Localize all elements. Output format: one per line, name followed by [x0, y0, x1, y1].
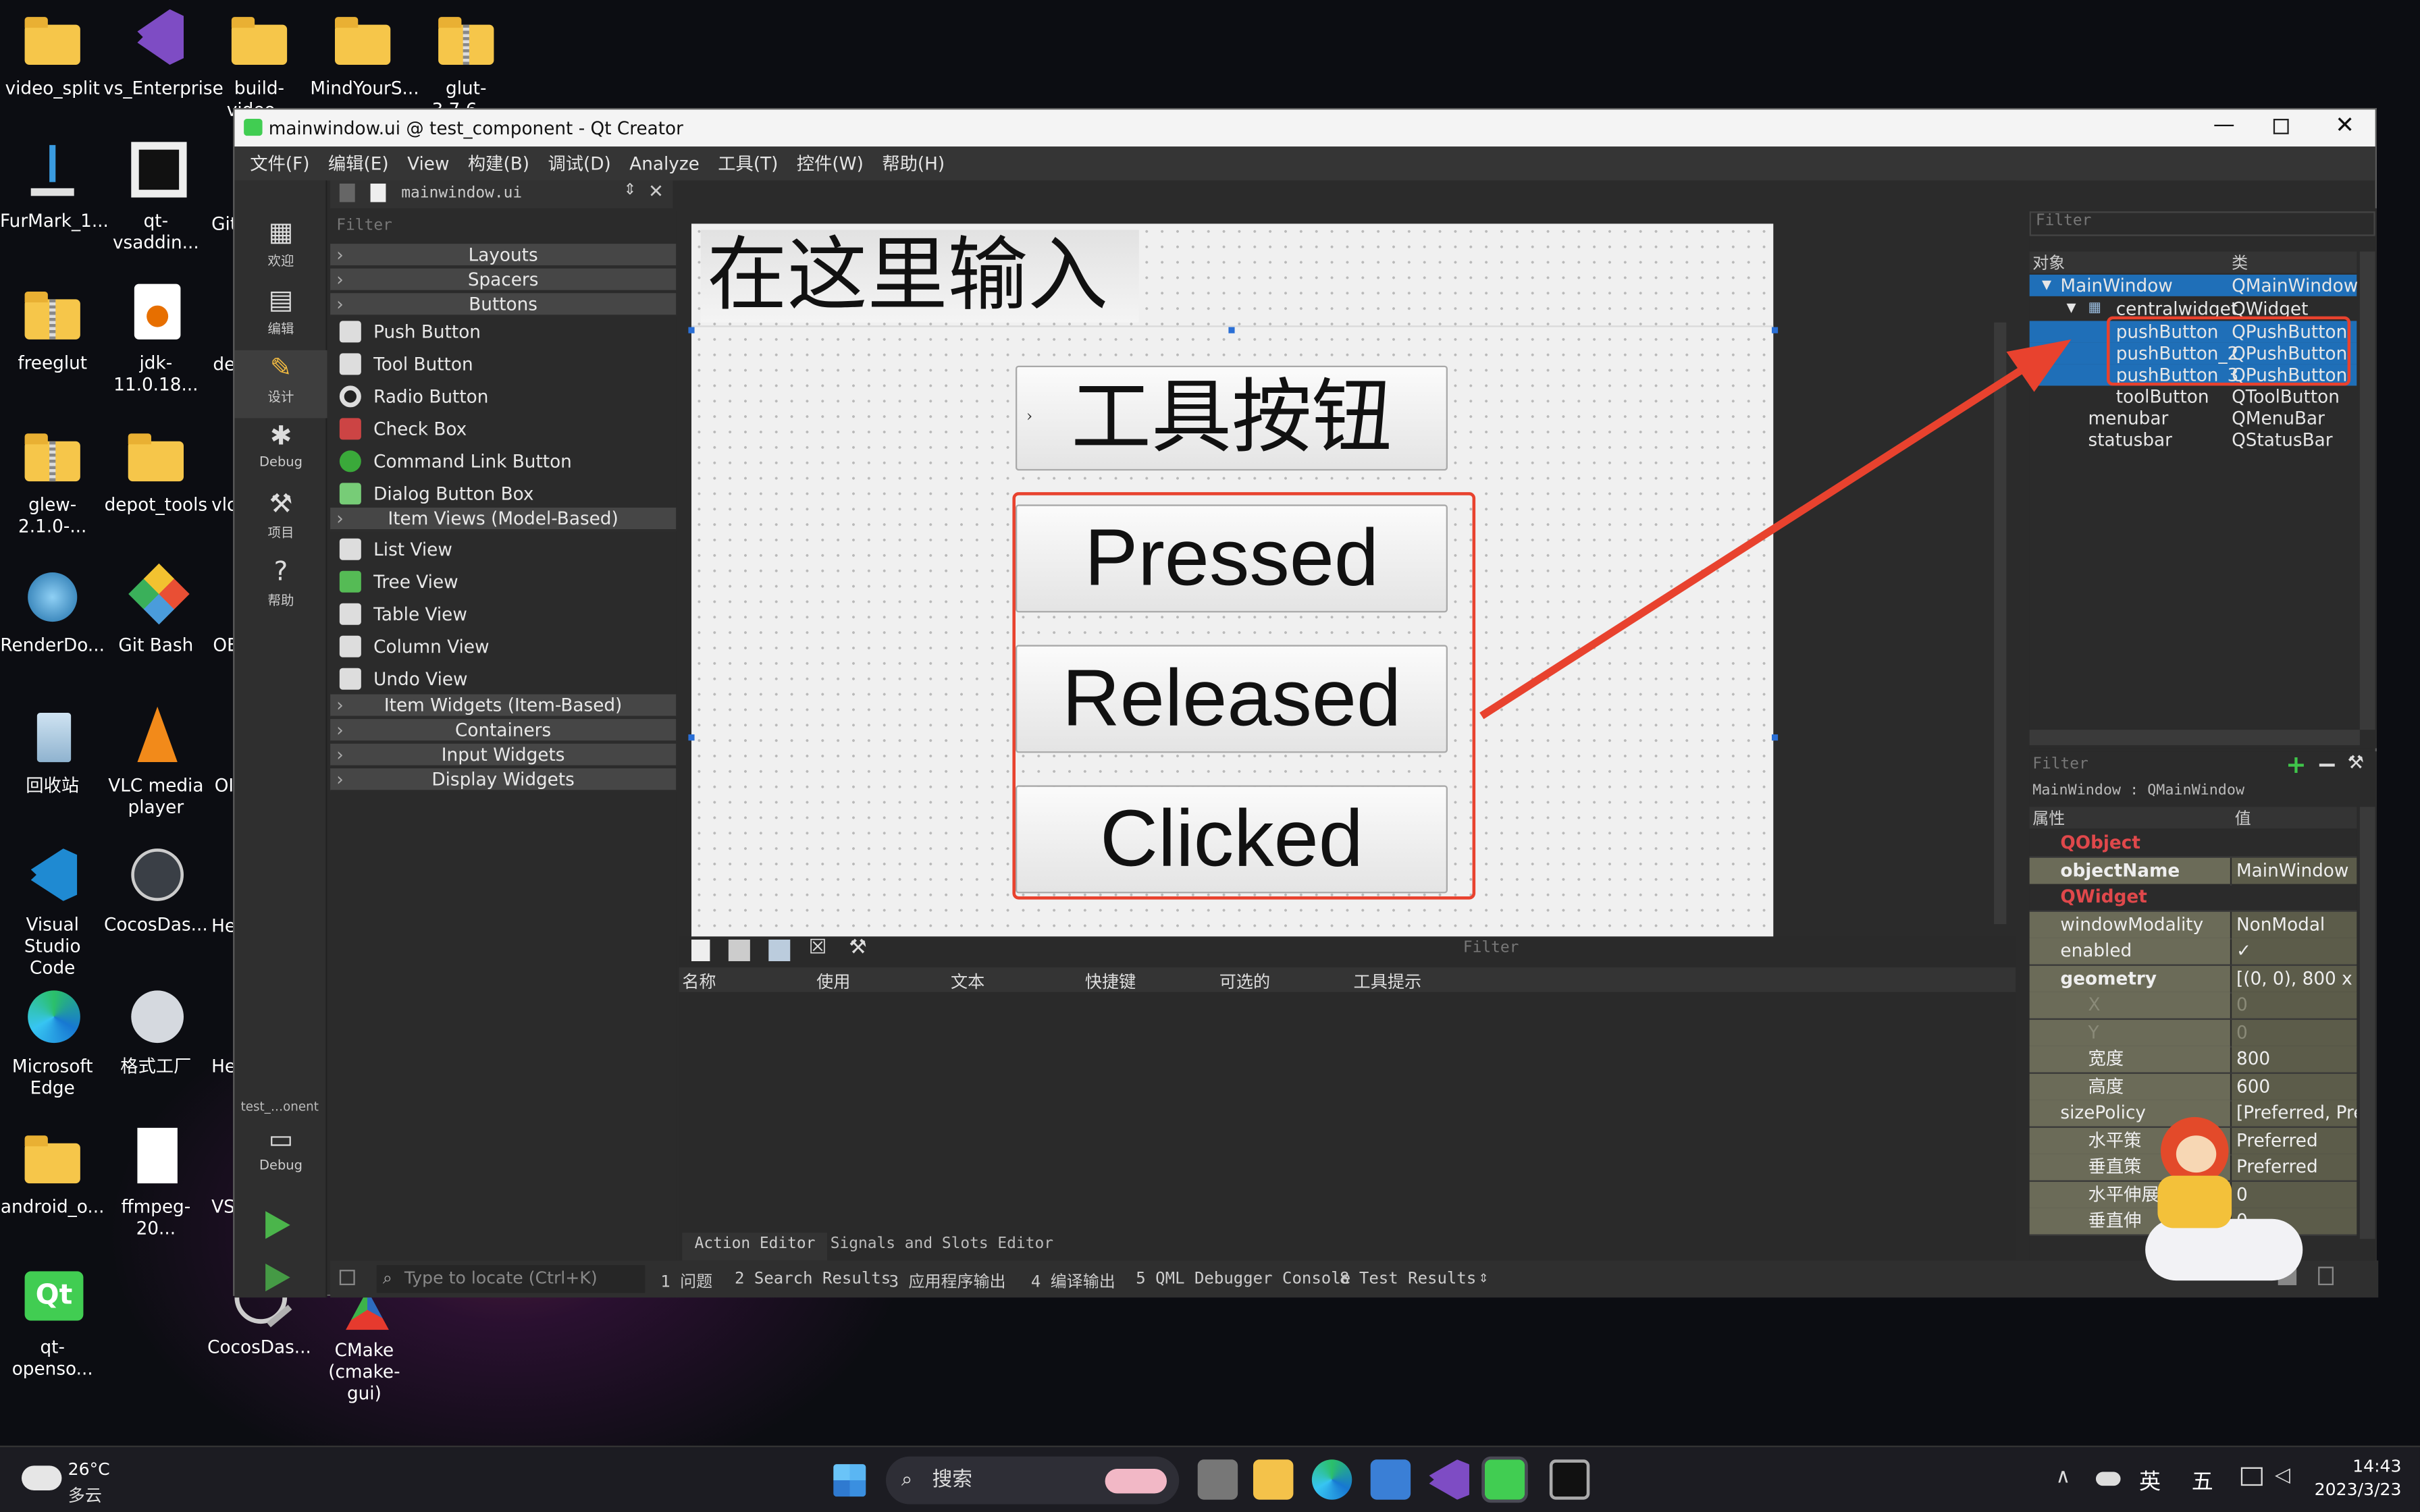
annotation-arrow-head: [2006, 339, 2072, 392]
visual-studio-taskbar-icon[interactable]: [1429, 1459, 1469, 1500]
annotation-arrow-shaft: [1479, 354, 2043, 720]
ime-mode[interactable]: 五: [2192, 1465, 2213, 1496]
onedrive-cloud-icon[interactable]: [2095, 1472, 2121, 1486]
tray-expand-icon[interactable]: ∧: [2056, 1465, 2071, 1488]
monkey-king-mascot: [2127, 1105, 2312, 1290]
taskbar: 26°C 多云 ⌕ 搜索 ∧ 英 五 ◁ 14:43 2023/3/23: [0, 1445, 2420, 1512]
clock-time[interactable]: 14:43: [2315, 1457, 2401, 1477]
clock-date[interactable]: 2023/3/23: [2309, 1480, 2402, 1500]
weather-cloud-icon[interactable]: [21, 1465, 62, 1490]
weather-temp: 26°C: [68, 1459, 110, 1480]
file-explorer-icon[interactable]: [1253, 1459, 1294, 1500]
annotation-arrow: [1479, 339, 2072, 720]
task-view-icon[interactable]: [1197, 1459, 1238, 1500]
ime-language[interactable]: 英: [2139, 1465, 2161, 1496]
terminal-icon[interactable]: [1549, 1459, 1590, 1500]
cloud-shape: [2145, 1218, 2303, 1281]
taskbar-search-box[interactable]: ⌕ 搜索: [885, 1456, 1180, 1505]
edge-browser-icon[interactable]: [1311, 1459, 1352, 1500]
qt-creator-taskbar-icon[interactable]: [1481, 1456, 1528, 1503]
mascot-body: [2157, 1175, 2232, 1228]
screen: video_split FurMark_1... freeglut glew-2…: [0, 0, 2420, 1512]
weather-desc: 多云: [68, 1486, 102, 1506]
volume-icon[interactable]: ◁: [2275, 1464, 2290, 1487]
search-icon: ⌕: [901, 1468, 913, 1492]
microsoft-store-icon[interactable]: [1370, 1459, 1411, 1500]
windows-start-icon[interactable]: [833, 1464, 866, 1497]
search-highlight-flowers-icon: [1105, 1468, 1167, 1494]
mascot-face: [2176, 1135, 2217, 1173]
network-icon[interactable]: [2240, 1467, 2263, 1486]
